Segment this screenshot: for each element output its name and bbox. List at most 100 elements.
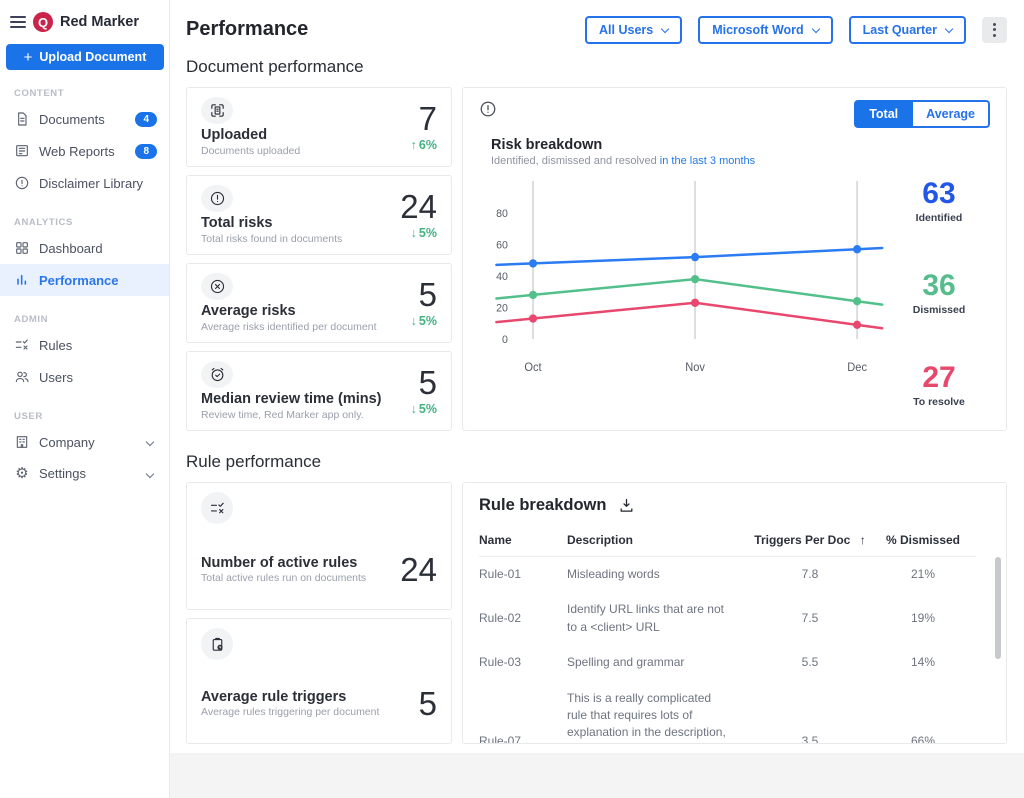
- stat-label: Dismissed: [912, 304, 966, 316]
- total-average-toggle: Total Average: [854, 100, 990, 128]
- sidebar-item-label: Performance: [39, 272, 119, 288]
- svg-text:20: 20: [496, 302, 508, 314]
- rule-breakdown-table: Name Description Triggers Per Doc ↑ % Di…: [479, 527, 976, 744]
- sidebar-item-settings[interactable]: ⚙ Settings: [0, 458, 169, 489]
- table-row: Rule-01 Misleading words 7.8 21%: [479, 557, 976, 593]
- stat-label: Identified: [915, 212, 963, 224]
- web-reports-count-badge: 8: [135, 143, 157, 159]
- upload-document-button[interactable]: + Upload Document: [6, 44, 164, 70]
- arrow-down-icon: ↓: [410, 402, 417, 416]
- kpi-delta-value: 5%: [418, 402, 437, 416]
- sidebar-section-admin: ADMIN Rules Users: [0, 306, 169, 393]
- table-header-row: Name Description Triggers Per Doc ↑ % Di…: [479, 527, 976, 557]
- column-header-description: Description: [567, 527, 750, 557]
- page-title: Performance: [186, 18, 309, 40]
- rule-description-cell: Identify URL links that are not to a <cl…: [567, 602, 724, 634]
- documents-count-badge: 4: [135, 111, 157, 127]
- svg-text:Nov: Nov: [685, 362, 705, 374]
- rules-icon: [15, 339, 28, 350]
- sidebar-item-company[interactable]: Company: [0, 426, 169, 458]
- section-label: ANALYTICS: [14, 217, 73, 228]
- bar-chart-icon: [17, 274, 27, 285]
- scan-document-icon: [201, 97, 233, 125]
- rule-description-cell: Spelling and grammar: [567, 655, 685, 670]
- rule-name-cell: Rule-02: [479, 611, 522, 626]
- sidebar-item-users[interactable]: Users: [0, 361, 169, 393]
- sort-ascending-icon[interactable]: ↑: [860, 533, 866, 547]
- sidebar-item-label: Documents: [39, 111, 105, 127]
- toggle-total-button[interactable]: Total: [854, 100, 914, 128]
- kpi-delta-value: 5%: [418, 226, 437, 240]
- table-row: Rule-07 This is a really complicated rul…: [479, 681, 976, 744]
- rules-icon: [201, 492, 233, 524]
- column-header-name: Name: [479, 527, 567, 557]
- kpi-title: Average rule triggers: [201, 688, 347, 705]
- kpi-delta: ↓ 5%: [411, 226, 437, 240]
- risk-stats-column: 63 Identified 36 Dismissed 27 To resolve: [888, 175, 990, 418]
- filter-period-dropdown[interactable]: Last Quarter: [848, 15, 966, 44]
- sidebar-item-rules[interactable]: Rules: [0, 329, 169, 361]
- info-icon[interactable]: [479, 100, 497, 118]
- svg-text:60: 60: [496, 239, 508, 251]
- chevron-down-icon: [145, 437, 155, 447]
- users-icon: [15, 371, 29, 383]
- kebab-menu-button[interactable]: [982, 16, 1007, 43]
- sidebar-item-dashboard[interactable]: Dashboard: [0, 232, 169, 264]
- rule-triggers-cell: 3.5: [801, 734, 819, 744]
- page-header: Performance All Users Microsoft Word Las…: [186, 0, 1007, 44]
- filter-source-dropdown[interactable]: Microsoft Word: [698, 15, 833, 44]
- filter-users-dropdown[interactable]: All Users: [585, 15, 683, 44]
- rule-description-cell: Misleading words: [567, 567, 660, 581]
- chevron-down-icon: [811, 24, 820, 33]
- dashboard-grid-icon: [16, 242, 28, 254]
- sidebar-item-disclaimer-library[interactable]: Disclaimer Library: [0, 167, 169, 199]
- kpi-delta: ↓ 5%: [411, 402, 437, 416]
- column-header-triggers[interactable]: Triggers Per Doc ↑: [750, 527, 870, 557]
- kpi-title: Median review time (mins): [201, 391, 382, 408]
- table-scrollbar[interactable]: [995, 557, 1001, 659]
- upload-document-label: Upload Document: [39, 50, 147, 64]
- kpi-value: 5: [418, 685, 437, 722]
- red-marker-logo-icon[interactable]: Q: [33, 12, 53, 32]
- kpi-subtitle: Total risks found in documents: [201, 233, 343, 245]
- stat-value: 27: [922, 361, 956, 394]
- sidebar-item-performance[interactable]: Performance: [0, 264, 169, 296]
- stat-label: To resolve: [913, 396, 965, 408]
- sidebar-item-web-reports[interactable]: Web Reports 8: [0, 135, 169, 167]
- section-label: CONTENT: [14, 88, 65, 99]
- rule-name-cell: Rule-03: [479, 655, 522, 670]
- risk-line-chart: 0 20 40 60 80 Oct Nov Dec: [495, 181, 884, 374]
- document-performance-title: Document performance: [186, 57, 364, 76]
- sidebar-item-label: Users: [39, 369, 73, 385]
- kpi-card-average-risks: Average risks Average risks identified p…: [186, 263, 452, 343]
- download-icon[interactable]: [618, 497, 635, 514]
- rule-triggers-cell: 5.5: [801, 655, 819, 670]
- kpi-value: 24: [400, 188, 437, 225]
- rule-breakdown-title: Rule breakdown: [479, 496, 607, 514]
- kpi-subtitle: Average risks identified per document: [201, 321, 377, 333]
- header-filters: All Users Microsoft Word Last Quarter: [585, 15, 1007, 44]
- kpi-value: 24: [400, 551, 437, 588]
- toggle-average-button[interactable]: Average: [913, 100, 990, 128]
- section-label: USER: [14, 411, 43, 422]
- table-row: Rule-03 Spelling and grammar 5.5 14%: [479, 645, 976, 680]
- last-3-months-link[interactable]: in the last 3 months: [660, 155, 755, 167]
- kpi-title: Number of active rules: [201, 554, 358, 571]
- risk-breakdown-subtitle: Identified, dismissed and resolved in th…: [491, 155, 990, 167]
- filter-label: Microsoft Word: [712, 22, 804, 37]
- arrow-down-icon: ↓: [410, 226, 417, 240]
- kpi-subtitle: Total active rules run on documents: [201, 572, 367, 585]
- kpi-card-total-risks: Total risks Total risks found in documen…: [186, 175, 452, 255]
- kpi-card-uploaded: Uploaded Documents uploaded 7 ↑ 6%: [186, 87, 452, 167]
- kpi-value: 7: [418, 100, 437, 137]
- sidebar-item-label: Company: [39, 434, 95, 450]
- sidebar-item-label: Disclaimer Library: [39, 175, 144, 191]
- sidebar-item-documents[interactable]: Documents 4: [0, 103, 169, 135]
- alarm-check-icon: [201, 361, 233, 389]
- rule-dismissed-cell: 19%: [910, 611, 936, 626]
- hamburger-menu-icon[interactable]: [10, 16, 26, 28]
- kpi-title: Total risks: [201, 215, 273, 232]
- sidebar-section-content: CONTENT Documents 4 Web Reports 8 Discla…: [0, 80, 169, 199]
- svg-text:0: 0: [502, 334, 508, 346]
- filter-label: All Users: [599, 22, 654, 37]
